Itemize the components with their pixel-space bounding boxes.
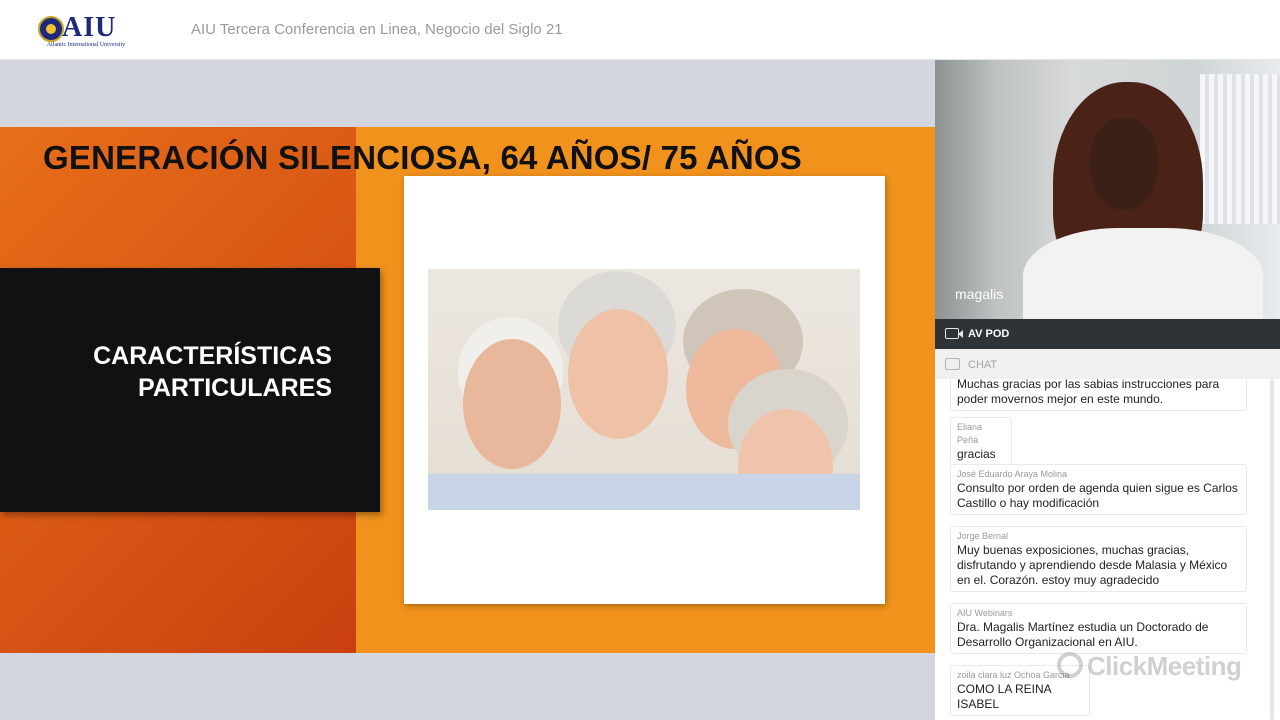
av-pod-label: AV POD (968, 328, 1010, 340)
top-bar: AIU Atlantic International University AI… (0, 0, 1280, 60)
chat-message-author: Eliana Peña (957, 422, 983, 445)
chat-message: AIU Webinars Dra. Magalis Martínez estud… (950, 603, 1247, 654)
slide-subtitle-box: CARACTERÍSTICAS PARTICULARES (0, 268, 380, 512)
chat-message-text: Consulto por orden de agenda quien sigue… (957, 481, 1238, 510)
conference-title: AIU Tercera Conferencia en Linea, Negoci… (191, 21, 563, 38)
logo-text: AIU (62, 12, 117, 43)
chat-message-text: Muchas gracias por las sabias instruccio… (957, 379, 1220, 406)
chat-message-list[interactable]: Muchas gracias por las sabias instruccio… (935, 379, 1280, 720)
side-panel: magalis AV POD CHAT Muchas gracias por l… (935, 60, 1280, 720)
chat-message-text: COMO LA REINA ISABEL (957, 682, 1052, 711)
elderly-group-photo (428, 269, 860, 510)
shirt-shape (428, 474, 860, 510)
chat-icon (945, 358, 960, 370)
slide-subtitle-line-2: PARTICULARES (138, 374, 332, 402)
video-background-window (1200, 74, 1280, 224)
av-pod-bar[interactable]: AV POD (935, 319, 1280, 349)
chat-scrollbar[interactable] (1270, 379, 1274, 720)
presenter-name: magalis (955, 286, 1004, 302)
clickmeeting-logo-icon (1057, 652, 1083, 678)
chat-message: José Eduardo Araya Molina Consulto por o… (950, 464, 1247, 515)
face-shape (568, 309, 668, 439)
watermark-text: ClickMeeting (1087, 651, 1242, 681)
chat-message-author: José Eduardo Araya Molina (957, 469, 1068, 479)
aiu-seal-icon (38, 16, 64, 42)
chat-message-text: gracias (957, 447, 996, 461)
chat-message: Muchas gracias por las sabias instruccio… (950, 379, 1247, 411)
chat-message: Jorge Bernal Muy buenas exposiciones, mu… (950, 526, 1247, 592)
chat-header[interactable]: CHAT (935, 349, 1280, 379)
chat-message-author: AIU Webinars (957, 608, 1013, 618)
video-background-door (935, 60, 991, 319)
chat-message: Eliana Peña gracias (950, 417, 1012, 466)
camera-icon (945, 328, 963, 339)
chat-message-text: Muy buenas exposiciones, muchas gracias,… (957, 543, 1228, 587)
presenter-body (1023, 228, 1263, 319)
aiu-logo[interactable]: AIU Atlantic International University (36, 12, 136, 50)
slide-subtitle: CARACTERÍSTICAS PARTICULARES (93, 340, 332, 404)
chat-label: CHAT (968, 359, 998, 371)
presentation-stage: GENERACIÓN SILENCIOSA, 64 AÑOS/ 75 AÑOS … (0, 60, 935, 720)
slide-subtitle-line-1: CARACTERÍSTICAS (93, 342, 332, 370)
chat-message-author: Jorge Bernal (957, 531, 1009, 541)
logo-subtext: Atlantic International University (46, 42, 126, 48)
slide-headline: GENERACIÓN SILENCIOSA, 64 AÑOS/ 75 AÑOS (43, 139, 803, 176)
presenter-face (1090, 118, 1158, 210)
chat-message-text: Dra. Magalis Martínez estudia un Doctora… (957, 620, 1209, 649)
slide: GENERACIÓN SILENCIOSA, 64 AÑOS/ 75 AÑOS … (0, 127, 935, 653)
presenter-video[interactable]: magalis (935, 60, 1280, 319)
slide-photo-card (404, 176, 885, 604)
face-shape (463, 339, 561, 469)
clickmeeting-watermark: ClickMeeting (1057, 651, 1242, 682)
